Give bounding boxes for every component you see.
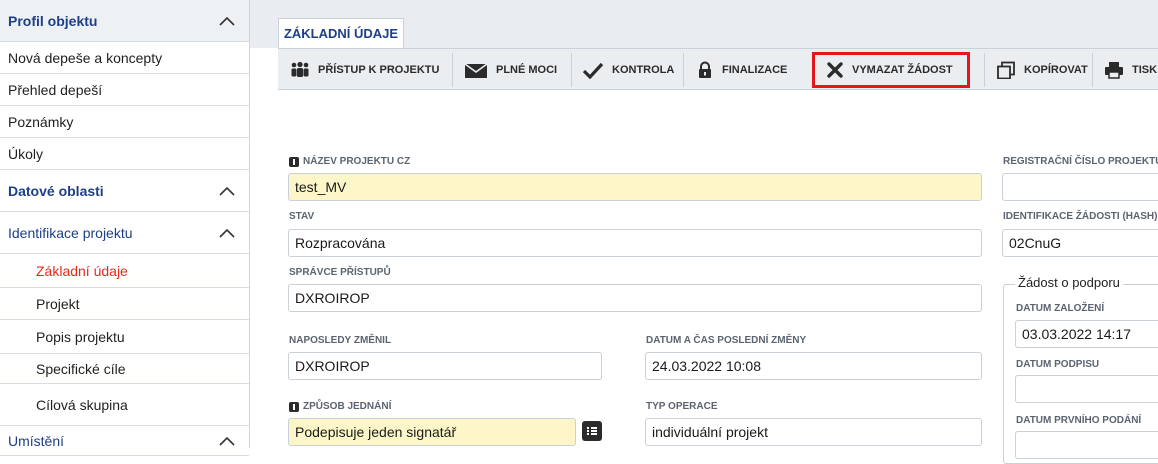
toolbar-button-label: KONTROLA bbox=[612, 64, 675, 76]
sidebar-item-label: Umístění bbox=[8, 432, 65, 449]
status-field[interactable]: Rozpracována bbox=[288, 229, 982, 257]
first-submission-date-field[interactable] bbox=[1015, 431, 1158, 459]
registration-number-label: REGISTRAČNÍ ČÍSLO PROJEKTU bbox=[1003, 156, 1158, 167]
chevron-up-icon[interactable] bbox=[219, 227, 235, 239]
sidebar-item-label: Přehled depeší bbox=[8, 81, 103, 98]
toolbar-button-label: PLNÉ MOCI bbox=[496, 64, 558, 76]
signature-date-label: DATUM PODPISU bbox=[1016, 359, 1100, 370]
toolbar-button-pristup-k-projektu[interactable]: PŘÍSTUP K PROJEKTU bbox=[290, 57, 439, 83]
sidebar-item-label: Identifikace projektu bbox=[8, 224, 133, 241]
toolbar-button-label: FINALIZACE bbox=[722, 64, 788, 76]
people-icon bbox=[291, 61, 309, 77]
toolbar-button-finalizace[interactable]: FINALIZACE bbox=[696, 57, 787, 83]
required-icon bbox=[289, 401, 299, 412]
access-manager-field[interactable]: DXROIROP bbox=[288, 284, 982, 312]
access-manager-label: SPRÁVCE PŘÍSTUPŮ bbox=[289, 267, 391, 278]
envelope-icon bbox=[464, 63, 488, 78]
toolbar-button-plne-moci[interactable]: PLNÉ MOCI bbox=[464, 57, 557, 83]
sidebar-item-specificke-cile[interactable]: Specifické cíle bbox=[0, 354, 249, 384]
toolbar-button-tisk[interactable]: TISK bbox=[1104, 57, 1157, 83]
acting-method-label: ZPŮSOB JEDNÁNÍ bbox=[289, 401, 391, 412]
created-date-field[interactable]: 03.03.2022 14:17 bbox=[1015, 320, 1158, 348]
request-hash-label: IDENTIFIKACE ŽÁDOSTI (HASH) bbox=[1003, 211, 1158, 222]
sidebar-item-label: Popis projektu bbox=[36, 328, 125, 345]
toolbar-separator bbox=[683, 53, 684, 87]
chevron-up-icon[interactable] bbox=[219, 435, 235, 447]
toolbar-button-kontrola[interactable]: KONTROLA bbox=[582, 57, 674, 83]
status-label: STAV bbox=[289, 211, 315, 222]
project-name-input[interactable]: test_MV bbox=[288, 173, 982, 201]
sidebar-item-identifikace-projektu[interactable]: Identifikace projektu bbox=[0, 212, 249, 254]
sidebar-item-ukoly[interactable]: Úkoly bbox=[0, 138, 249, 170]
toolbar-button-label: TISK bbox=[1132, 64, 1158, 76]
toolbar-separator bbox=[1092, 53, 1093, 87]
request-hash-field[interactable]: 02CnuG bbox=[1002, 229, 1158, 257]
sidebar-item-label: Nová depeše a koncepty bbox=[8, 49, 163, 66]
print-icon bbox=[1105, 62, 1123, 79]
last-change-date-field[interactable]: 24.03.2022 10:08 bbox=[645, 352, 982, 380]
request-fieldset-legend: Žádost o podporu bbox=[1015, 275, 1123, 290]
sidebar-item-poznamky[interactable]: Poznámky bbox=[0, 106, 249, 138]
toolbar-separator bbox=[984, 53, 985, 87]
sidebar-item-prehled-depesi[interactable]: Přehled depeší bbox=[0, 74, 249, 106]
operation-type-label: TYP OPERACE bbox=[646, 401, 718, 412]
sidebar-item-label: Základní údaje bbox=[36, 262, 128, 279]
list-select-icon[interactable] bbox=[582, 421, 602, 441]
sidebar-item-label: Poznámky bbox=[8, 113, 74, 130]
toolbar: PŘÍSTUP K PROJEKTU PLNÉ MOCI KONTROLA FINAL… bbox=[278, 48, 1158, 90]
sidebar-item-label: Profil objektu bbox=[8, 12, 98, 29]
sidebar-item-label: Úkoly bbox=[8, 145, 44, 162]
sidebar-item-umisteni[interactable]: Umístění bbox=[0, 426, 249, 456]
toolbar-separator bbox=[452, 53, 453, 87]
registration-number-field[interactable] bbox=[1002, 173, 1158, 201]
sidebar-item-popis-projektu[interactable]: Popis projektu bbox=[0, 320, 249, 354]
chevron-up-icon[interactable] bbox=[219, 15, 235, 27]
sidebar-item-profil-objektu[interactable]: Profil objektu bbox=[0, 0, 249, 42]
first-submission-date-label: DATUM PRVNÍHO PODÁNÍ bbox=[1016, 415, 1142, 426]
project-name-label: NÁZEV PROJEKTU CZ bbox=[289, 156, 410, 167]
operation-type-field[interactable]: individuální projekt bbox=[645, 418, 982, 446]
signature-date-field[interactable] bbox=[1015, 375, 1158, 403]
created-date-label: DATUM ZALOŽENÍ bbox=[1016, 303, 1105, 314]
sidebar-item-zakladni-udaje[interactable]: Základní údaje bbox=[0, 254, 249, 288]
list-icon bbox=[587, 427, 597, 435]
last-change-date-label: DATUM A ČAS POSLEDNÍ ZMĚNY bbox=[646, 335, 807, 346]
lock-icon bbox=[699, 61, 711, 78]
sidebar-item-label: Projekt bbox=[36, 295, 80, 312]
acting-method-input[interactable]: Podepisuje jeden signatář bbox=[288, 418, 576, 446]
toolbar-button-label: KOPÍROVAT bbox=[1024, 64, 1088, 76]
toolbar-separator bbox=[571, 53, 572, 87]
sidebar-item-nova-depese-a-koncepty[interactable]: Nová depeše a koncepty bbox=[0, 42, 249, 74]
toolbar-button-kopirovat[interactable]: KOPÍROVAT bbox=[996, 57, 1088, 83]
highlight-box bbox=[812, 52, 970, 88]
sidebar-item-cilova-skupina[interactable]: Cílová skupina bbox=[0, 384, 249, 426]
check-icon bbox=[582, 62, 604, 79]
sidebar-item-label: Specifické cíle bbox=[36, 360, 126, 377]
sidebar-item-datove-oblasti[interactable]: Datové oblasti bbox=[0, 170, 249, 212]
chevron-up-icon[interactable] bbox=[219, 185, 235, 197]
last-changed-by-field[interactable]: DXROIROP bbox=[288, 352, 602, 380]
tab-zakladni-udaje[interactable]: ZÁKLADNÍ ÚDAJE bbox=[278, 18, 404, 48]
required-icon bbox=[289, 156, 299, 167]
sidebar: Profil objektu Nová depeše a koncepty Přeh… bbox=[0, 0, 250, 456]
last-changed-by-label: NAPOSLEDY ZMĚNIL bbox=[289, 335, 392, 346]
sidebar-item-label: Cílová skupina bbox=[36, 396, 128, 413]
copy-icon bbox=[997, 61, 1015, 79]
sidebar-item-projekt[interactable]: Projekt bbox=[0, 288, 249, 320]
sidebar-item-label: Datové oblasti bbox=[8, 182, 104, 199]
toolbar-button-label: PŘÍSTUP K PROJEKTU bbox=[318, 64, 440, 76]
